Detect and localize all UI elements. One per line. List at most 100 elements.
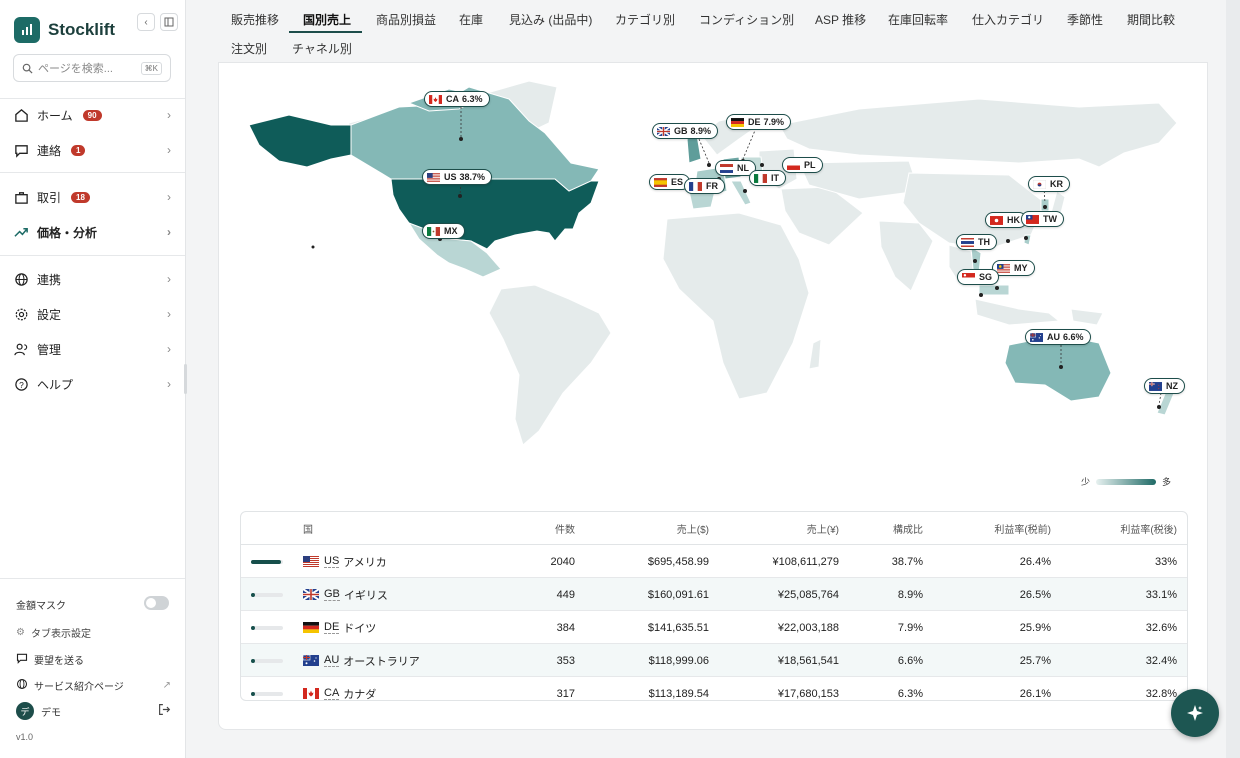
col-country[interactable]: 国 [303,512,313,545]
chevron-left-icon: ‹ [144,16,148,28]
tab-by-category[interactable]: カテゴリ別 [615,11,675,28]
map-label-pct: 8.9% [690,126,712,136]
table-row[interactable]: GB イギリス 449 $160,091.61 ¥25,085,764 8.9% 26.5%… [241,578,1187,611]
nav-item-integrations[interactable]: 連携 › [0,266,185,292]
country-cell[interactable]: CA カナダ [303,677,376,700]
col-sales-usd[interactable]: 売上($) [609,512,709,545]
country-cell[interactable]: US アメリカ [303,545,387,578]
external-link-icon: ↗ [162,680,171,691]
map-label-mx[interactable]: MX [422,223,465,239]
nav-item-deals[interactable]: 取引 18 › [0,184,185,210]
page-scrollbar[interactable] [1226,0,1240,758]
country-africa[interactable] [662,212,810,400]
gear-icon: ⚙ [16,627,25,638]
message-icon [16,652,28,667]
tab-seasonality[interactable]: 季節性 [1067,11,1103,28]
country-my[interactable] [978,284,1010,296]
nav-item-admin[interactable]: 管理 › [0,336,185,362]
tab-period-compare[interactable]: 期間比較 [1127,11,1175,28]
tab-product-profit[interactable]: 商品別損益 [376,11,436,28]
map-label-fr[interactable]: FR [684,178,725,194]
map-label-us[interactable]: US 38.7% [422,169,493,185]
map-label-pct: 6.6% [1063,332,1084,342]
country-it[interactable] [730,180,752,206]
brand[interactable]: Stocklift [14,17,115,43]
divider [0,578,185,579]
tab-asp-trend[interactable]: ASP 推移 [815,11,866,28]
map-label-kr[interactable]: KR [1028,176,1070,192]
page-search[interactable]: ページを検索... ⌘K [13,54,171,82]
nav-item-pricing-analysis[interactable]: 価格・分析 › [0,219,185,245]
count-cell: 449 [556,588,575,601]
service-page-link[interactable]: サービス紹介ページ ↗ [16,678,171,693]
tab-purchase-category[interactable]: 仕入カテゴリ [972,11,1044,28]
tab-sales-trend[interactable]: 販売推移 [231,11,279,28]
map-label-au[interactable]: AU 6.6% [1025,329,1091,345]
country-india[interactable] [878,220,934,292]
country-alaska-us[interactable] [248,114,352,168]
col-margin-post-tax[interactable]: 利益率(税後) [1077,512,1177,545]
country-code[interactable]: CA [324,687,340,700]
map-label-nz[interactable]: NZ [1144,378,1185,394]
map-label-th[interactable]: TH [956,234,997,250]
sales-jpy-cell: ¥108,611,279 [772,555,839,568]
country-code[interactable]: DE [324,621,340,634]
tab-inventory-turnover[interactable]: 在庫回転率 [888,11,948,28]
trending-up-icon [13,224,29,240]
tab-inventory[interactable]: 在庫 [459,11,483,28]
map-label-code: CA [446,94,459,104]
tab-by-channel[interactable]: チャネル別 [292,40,352,57]
country-south-america[interactable] [488,284,612,446]
nav-item-contact[interactable]: 連絡 1 › [0,137,185,163]
country-russia[interactable] [778,98,1178,168]
tab-by-order[interactable]: 注文別 [231,40,267,57]
user-name: デモ [41,707,61,719]
table-row[interactable]: US アメリカ 2040 $695,458.99 ¥108,611,279 38.7% 26… [241,545,1187,578]
country-code[interactable]: US [324,555,340,568]
ai-assistant-button[interactable] [1171,689,1219,737]
sidebar-layout-button[interactable] [160,13,178,31]
flag-th-icon [961,237,974,247]
tab-forecast-listed[interactable]: 見込み (出品中) [509,11,592,28]
table-row[interactable]: AU オーストラリア 353 $118,999.06 ¥18,561,541 6.6% 25… [241,644,1187,677]
country-madagascar[interactable] [808,338,822,370]
feedback-link[interactable]: 要望を送る [16,652,84,667]
search-shortcut: ⌘K [140,61,162,75]
nav-item-settings[interactable]: 設定 › [0,301,185,327]
service-page-text: サービス紹介ページ [34,682,124,693]
sales-usd-cell: $695,458.99 [647,555,709,568]
map-label-it[interactable]: IT [749,170,786,186]
map-label-de[interactable]: DE 7.9% [726,114,792,130]
nav-item-help[interactable]: ? ヘルプ › [0,371,185,397]
nav-item-home[interactable]: ホーム 90 › [0,102,185,128]
sidebar-resize-handle[interactable] [184,364,187,394]
table-row[interactable]: CA カナダ 317 $113,189.54 ¥17,680,153 6.3% 26.1% 3… [241,677,1187,700]
logout-icon[interactable] [158,703,171,719]
tab-sales-by-country[interactable]: 国別売上 [303,11,351,28]
map-label-code: MX [444,226,458,236]
map-label-ca[interactable]: CA 6.3% [424,91,490,107]
country-code[interactable]: AU [324,654,340,667]
country-indonesia[interactable] [974,298,1061,326]
map-label-sg[interactable]: SG [957,269,1000,285]
flag-hk-icon [990,215,1003,225]
country-cell[interactable]: AU オーストラリア [303,644,420,677]
mask-amount-toggle[interactable] [144,596,169,610]
tab-by-condition[interactable]: コンディション別 [699,11,794,28]
country-code[interactable]: GB [324,588,340,601]
tab-settings-link[interactable]: ⚙ タブ表示設定 [16,625,91,640]
country-cell[interactable]: GB イギリス [303,578,388,611]
country-new-guinea[interactable] [1070,308,1104,326]
nav-label: 価格・分析 [37,225,98,240]
col-sales-jpy[interactable]: 売上(¥) [739,512,839,545]
col-count[interactable]: 件数 [521,512,575,545]
map-label-tw[interactable]: TW [1021,211,1064,227]
map-label-pl[interactable]: PL [782,157,823,173]
table-row[interactable]: DE ドイツ 384 $141,635.51 ¥22,003,188 7.9% 25.9% 3… [241,611,1187,644]
user-menu[interactable]: デ デモ [16,702,171,720]
col-share[interactable]: 構成比 [861,512,923,545]
country-cell[interactable]: DE ドイツ [303,611,376,644]
col-margin-pre-tax[interactable]: 利益率(税前) [951,512,1051,545]
map-label-gb[interactable]: GB 8.9% [652,123,719,139]
collapse-sidebar-button[interactable]: ‹ [137,13,155,31]
